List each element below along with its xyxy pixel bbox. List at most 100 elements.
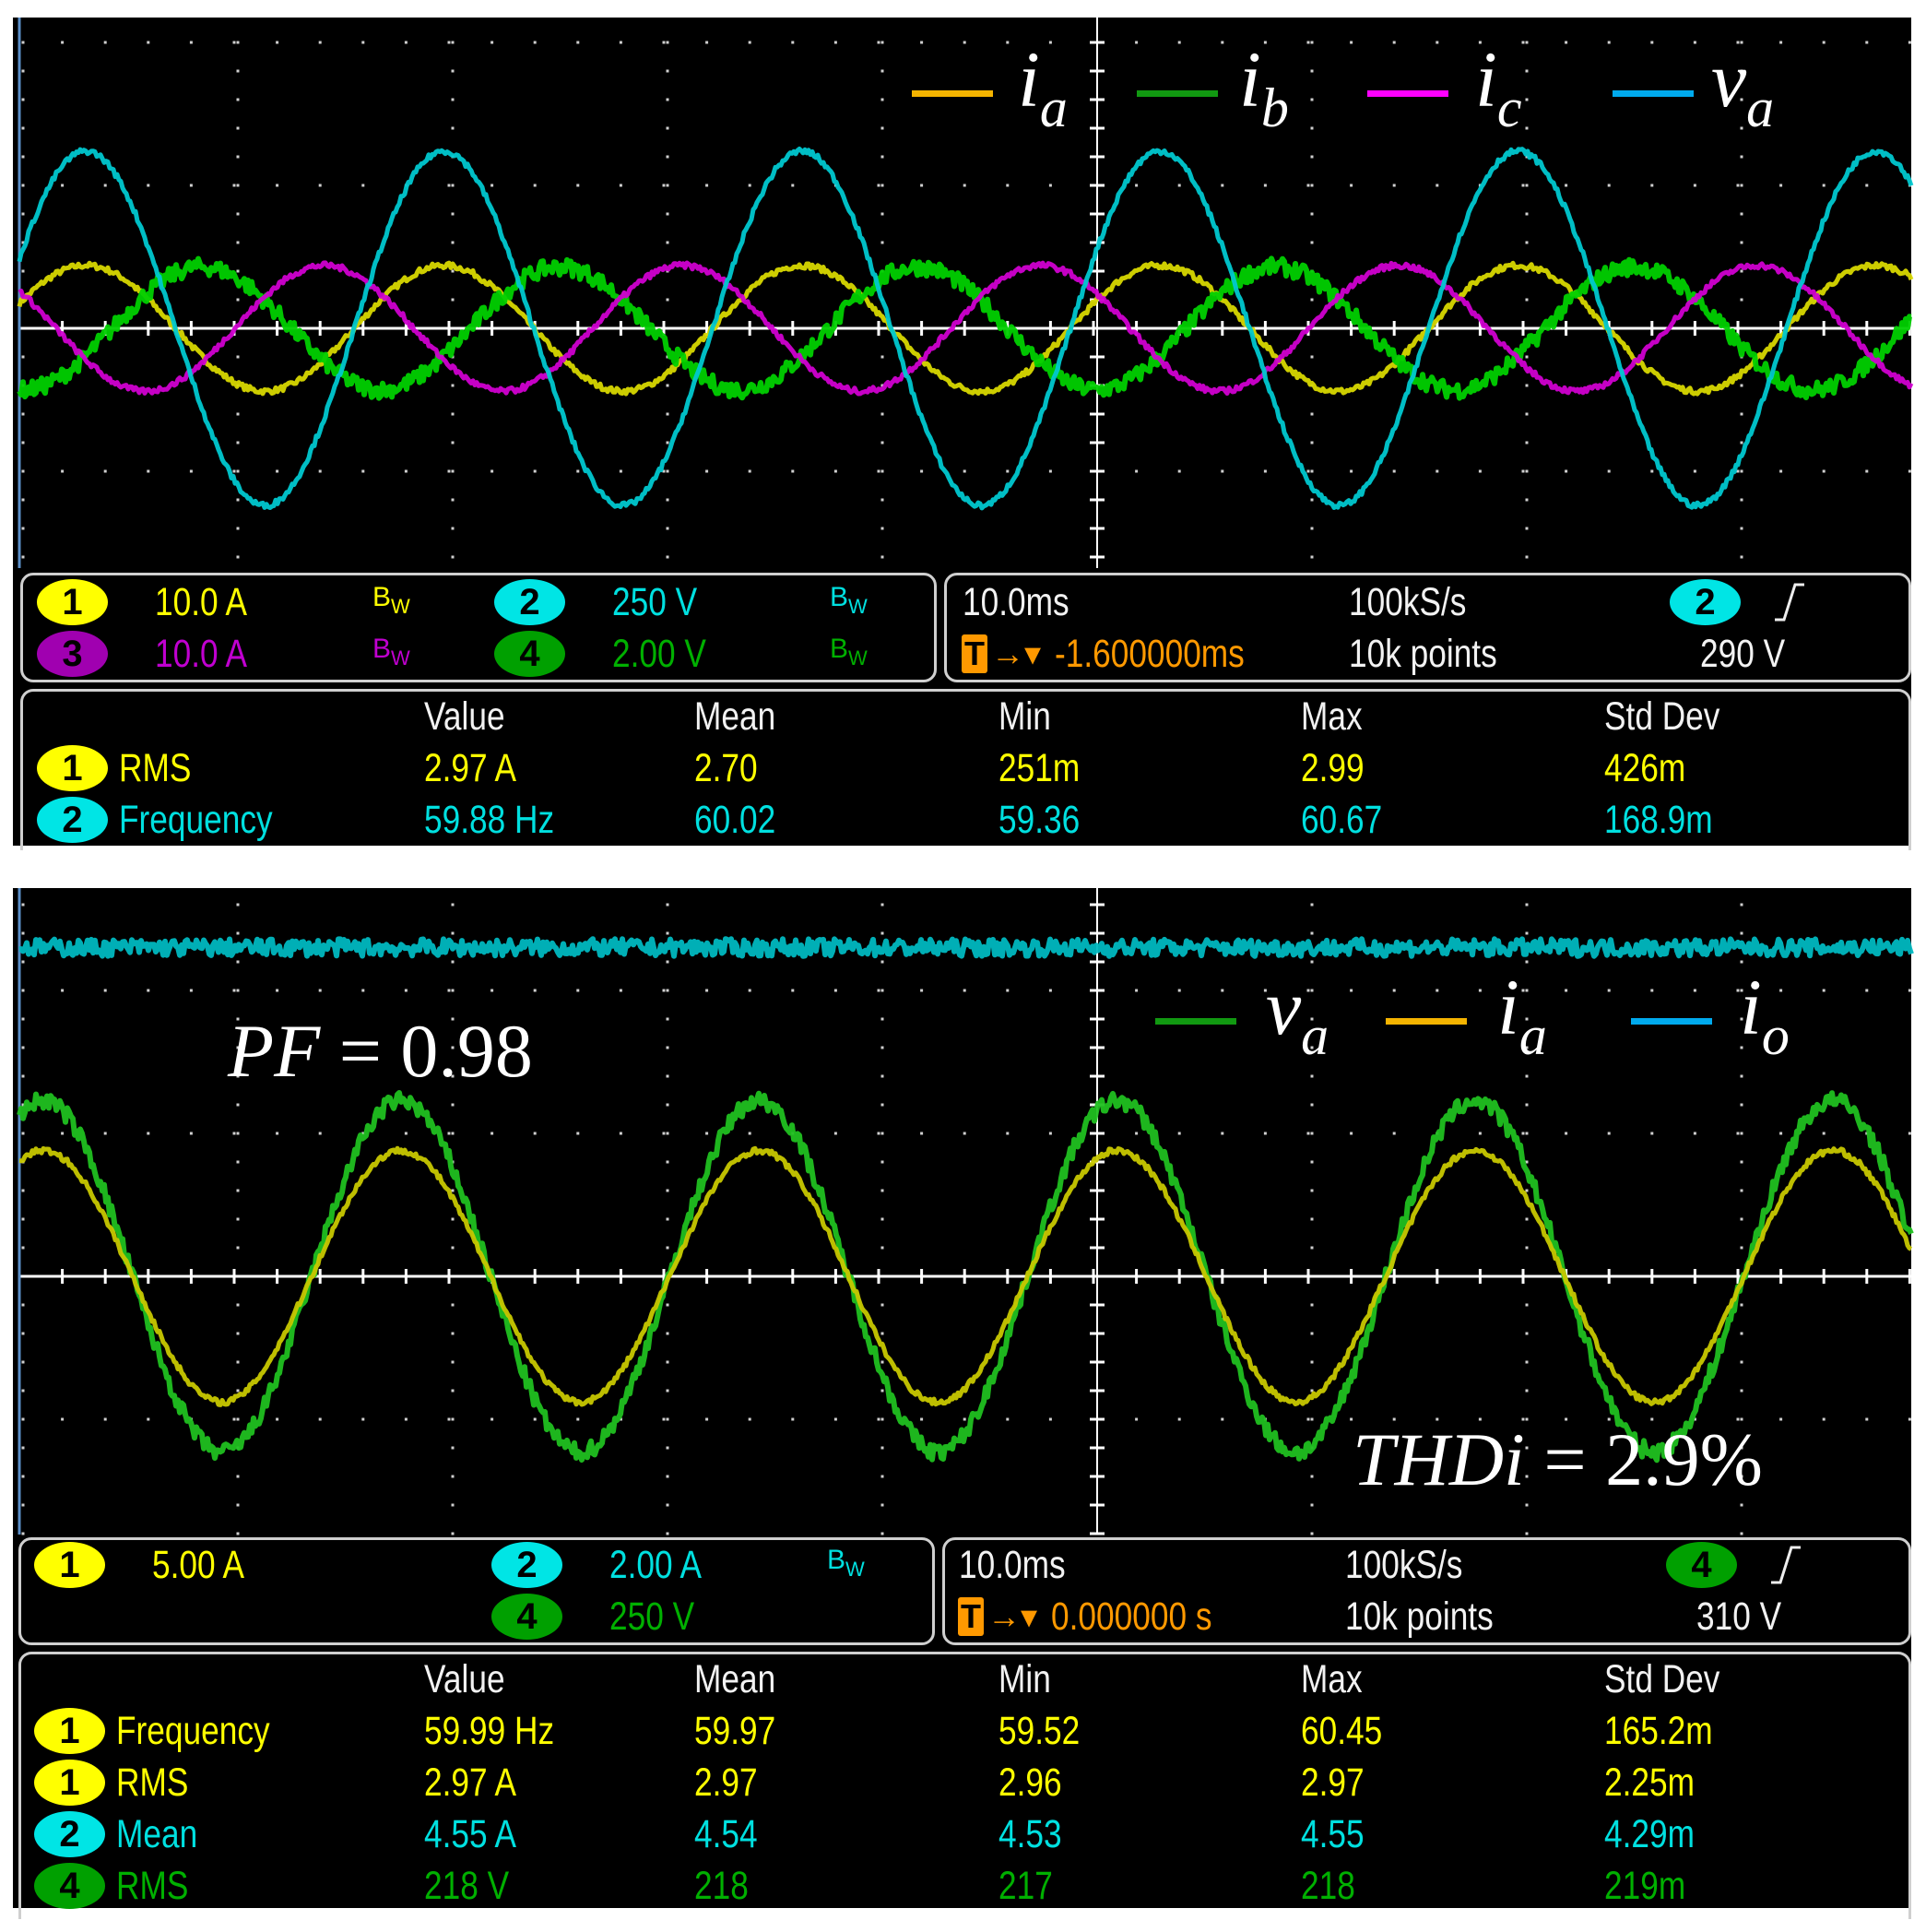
- measurement-channel-badge[interactable]: 2: [34, 1811, 105, 1857]
- legend-symbol: i: [1497, 963, 1519, 1051]
- legend-symbol: i: [1740, 963, 1762, 1051]
- record-length-value: 10k points: [1349, 632, 1497, 676]
- measurement-value: 60.67: [1301, 798, 1383, 842]
- bw-b: B: [827, 1545, 846, 1575]
- measurement-value: 2.97: [1301, 1760, 1365, 1805]
- trigger-source-badge[interactable]: 2: [1670, 579, 1741, 625]
- sample-rate-value: 100kS/s: [1349, 580, 1467, 624]
- measurement-value: 165.2m: [1604, 1709, 1713, 1753]
- trigger-level-value[interactable]: 290 V: [1700, 631, 1785, 677]
- measurement-name: RMS: [119, 746, 192, 790]
- legend-swatch-ic: [1367, 90, 1448, 97]
- measurement-channel-badge[interactable]: 1: [34, 1760, 105, 1806]
- measurement-value: 59.52: [998, 1709, 1081, 1753]
- measurement-value: 59.36: [998, 798, 1081, 842]
- measurement-value: 2.25m: [1604, 1760, 1696, 1805]
- channel-1-scale[interactable]: 10.0 A: [155, 579, 247, 625]
- measurement-name: Frequency: [116, 1709, 270, 1753]
- bandwidth-limit-icon: BW: [830, 579, 868, 625]
- measurement-value: 218: [694, 1864, 749, 1908]
- measurement-column-header: Value: [424, 1657, 505, 1701]
- legend-swatch-ib: [1137, 90, 1218, 97]
- measurement-column-header: Mean: [694, 694, 776, 739]
- channel-2-scale[interactable]: 250 V: [612, 579, 697, 625]
- legend-symbol: i: [1239, 35, 1261, 124]
- measurement-channel-badge[interactable]: 4: [34, 1863, 105, 1909]
- legend-swatch-va: [1155, 1018, 1236, 1025]
- measurement-column-header: Min: [998, 694, 1051, 739]
- trigger-source-badge[interactable]: 4: [1666, 1542, 1737, 1588]
- channel-1-badge[interactable]: 1: [37, 579, 108, 625]
- measurement-column-header: Max: [1301, 694, 1363, 739]
- bw-w: W: [391, 595, 410, 618]
- measurement-channel-badge[interactable]: 1: [34, 1708, 105, 1754]
- measurement-channel-badge[interactable]: 2: [37, 797, 108, 843]
- record-length-value: 10k points: [1345, 1594, 1494, 1639]
- legend-label-ia: ia: [1497, 966, 1547, 1077]
- bandwidth-limit-icon: BW: [372, 579, 410, 625]
- legend-label-io: io: [1740, 966, 1790, 1077]
- trigger-position-value: -1.600000ms: [1055, 632, 1245, 676]
- measurement-value: 4.55: [1301, 1812, 1365, 1856]
- channel-3-scale[interactable]: 10.0 A: [155, 631, 247, 677]
- timebase-value[interactable]: 10.0ms: [963, 579, 1069, 625]
- legend-symbol: v: [1266, 963, 1302, 1051]
- bw-w: W: [845, 1558, 865, 1581]
- bw-w: W: [848, 646, 868, 670]
- thd-label: THDi: [1353, 1417, 1525, 1501]
- power-factor-annotation: PF = 0.98: [228, 1010, 533, 1093]
- measurement-name: Frequency: [119, 798, 273, 842]
- trigger-marker-icon: T: [958, 1597, 984, 1636]
- measurement-value: 59.88 Hz: [424, 798, 555, 842]
- measurement-column-header: Mean: [694, 1657, 776, 1701]
- legend-swatch-ia: [1386, 1018, 1467, 1025]
- channel-1-badge[interactable]: 1: [34, 1542, 105, 1588]
- bandwidth-limit-icon: BW: [372, 631, 410, 677]
- legend-label-va: va: [1711, 38, 1774, 149]
- measurement-value: 251m: [998, 746, 1081, 790]
- channel-4-scale[interactable]: 2.00 V: [612, 631, 706, 677]
- channel-3-badge[interactable]: 3: [37, 631, 108, 677]
- measurement-value: 4.55 A: [424, 1812, 517, 1856]
- legend-symbol: i: [1018, 35, 1040, 124]
- measurement-value: 2.99: [1301, 746, 1365, 790]
- measurement-name: RMS: [116, 1864, 189, 1908]
- legend-swatch-ia: [912, 90, 993, 97]
- bw-w: W: [391, 646, 410, 670]
- measurement-value: 218 V: [424, 1864, 510, 1908]
- bandwidth-limit-icon: BW: [830, 631, 868, 677]
- channel-4-badge[interactable]: 4: [494, 631, 565, 677]
- channel-2-badge[interactable]: 2: [491, 1542, 562, 1588]
- timebase-value[interactable]: 10.0ms: [959, 1542, 1066, 1588]
- trigger-position-value: 0.000000 s: [1051, 1594, 1212, 1639]
- measurement-column-header: Std Dev: [1604, 1657, 1720, 1701]
- measurement-name: Mean: [116, 1812, 198, 1856]
- channel-2-badge[interactable]: 2: [494, 579, 565, 625]
- measurement-name: RMS: [116, 1760, 189, 1805]
- pf-label: PF: [228, 1009, 321, 1093]
- legend-symbol: v: [1711, 35, 1747, 124]
- bw-w: W: [848, 595, 868, 618]
- legend-swatch-io: [1631, 1018, 1712, 1025]
- measurement-column-header: Max: [1301, 1657, 1363, 1701]
- measurement-value: 4.53: [998, 1812, 1062, 1856]
- measurement-value: 59.99 Hz: [424, 1709, 555, 1753]
- channel-4-scale[interactable]: 250 V: [609, 1594, 694, 1640]
- measurement-value: 59.97: [694, 1709, 776, 1753]
- legend-subscript: a: [1039, 77, 1068, 138]
- measurement-value: 168.9m: [1604, 798, 1713, 842]
- channel-4-badge[interactable]: 4: [491, 1594, 562, 1640]
- legend-label-ia: ia: [1018, 38, 1068, 149]
- thd-annotation: THDi = 2.9%: [1353, 1418, 1763, 1501]
- legend-label-ic: ic: [1475, 38, 1522, 149]
- trigger-arrow-icon: →▾: [987, 1597, 1038, 1635]
- rising-edge-icon: [1775, 583, 1804, 622]
- measurement-value: 60.45: [1301, 1709, 1383, 1753]
- measurement-value: 219m: [1604, 1864, 1686, 1908]
- channel-1-scale[interactable]: 5.00 A: [152, 1542, 244, 1588]
- measurement-channel-badge[interactable]: 1: [37, 745, 108, 791]
- measurement-value: 217: [998, 1864, 1053, 1908]
- channel-2-scale[interactable]: 2.00 A: [609, 1542, 702, 1588]
- trigger-level-value[interactable]: 310 V: [1696, 1594, 1781, 1640]
- legend-subscript: a: [1301, 1005, 1329, 1066]
